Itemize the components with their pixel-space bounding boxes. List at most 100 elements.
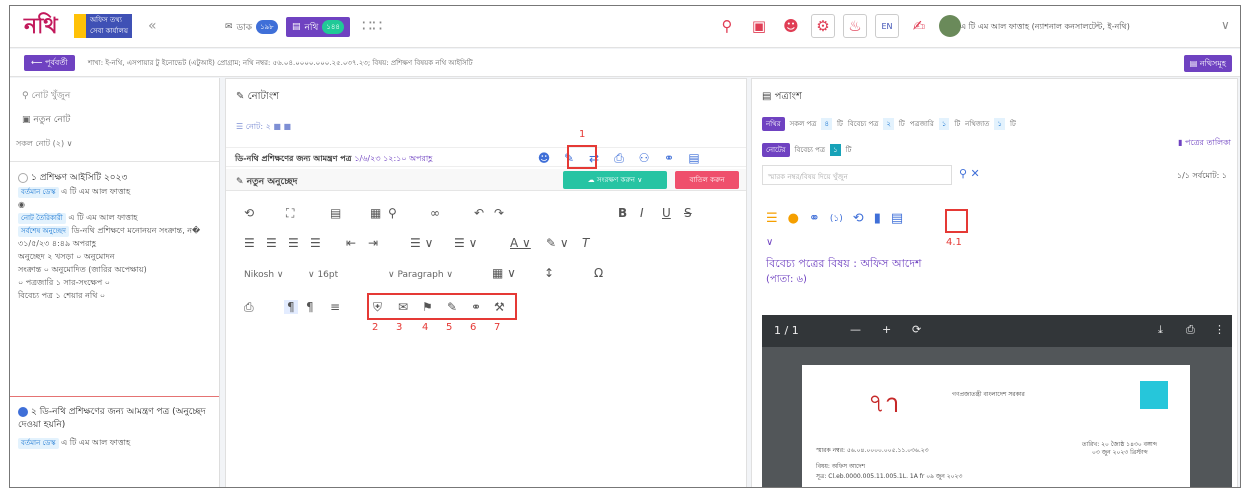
select-all-icon[interactable]: ▦ bbox=[370, 206, 381, 220]
ltr-icon[interactable]: ¶ bbox=[284, 300, 298, 314]
history-icon[interactable]: ⟲ bbox=[853, 211, 864, 226]
note-considered-label[interactable]: বিবেচ্য পত্র bbox=[795, 144, 826, 156]
clear-format-icon[interactable]: T bbox=[582, 236, 589, 250]
filed-label[interactable]: নথিজাত bbox=[965, 118, 989, 130]
back-button[interactable]: ⟵ পূর্ববর্তী bbox=[24, 55, 75, 71]
note-datetime: ৩১/৫/২৩ ৪:৪৯ অপরাহ্ণ bbox=[18, 239, 96, 248]
note-search-input[interactable]: ⚲ নোট খুঁজুন bbox=[22, 88, 70, 103]
history-icon[interactable]: ⟲ bbox=[244, 206, 254, 220]
undo-icon[interactable]: ↶ bbox=[474, 206, 484, 220]
font-size-select[interactable]: ∨ 16pt bbox=[308, 270, 338, 280]
italic-icon[interactable]: I bbox=[640, 206, 644, 220]
note-letter-counts: নোটের বিবেচ্য পত্র ১ টি bbox=[762, 143, 851, 157]
chevron-down-icon[interactable]: ∨ bbox=[1221, 18, 1230, 32]
panel-icon[interactable]: ▤ bbox=[891, 211, 903, 226]
align-center-icon[interactable]: ☰ bbox=[266, 236, 277, 250]
text-color-icon[interactable]: A ∨ bbox=[510, 236, 531, 250]
print-icon[interactable]: ⎙ bbox=[1186, 323, 1195, 337]
dak-nav-button[interactable]: ✉ ডাক ১৯৮ bbox=[219, 17, 284, 37]
save-button[interactable]: ☁ সংরক্ষণ করুন ∨ bbox=[563, 171, 667, 189]
user-avatar[interactable] bbox=[939, 15, 961, 37]
paragraph-select[interactable]: ∨ Paragraph ∨ bbox=[388, 270, 453, 280]
align-left-icon[interactable]: ☰ bbox=[244, 236, 255, 250]
issued-label[interactable]: পত্রজারি bbox=[910, 118, 934, 130]
bullet-list-icon[interactable]: ☰ ∨ bbox=[454, 236, 477, 250]
numbered-list-icon[interactable]: ☰ ∨ bbox=[410, 236, 433, 250]
note-radio[interactable] bbox=[18, 406, 28, 417]
attachment-icon[interactable]: ⚭ bbox=[661, 150, 677, 166]
download-icon[interactable]: ⤓ bbox=[1158, 323, 1163, 337]
special-char-icon[interactable]: Ω bbox=[594, 266, 603, 280]
breadcrumb-bar: ⟵ পূর্ববর্তী শাখা: ই-নথি, এসপায়ার টু ইন… bbox=[10, 49, 1240, 77]
zoom-out-icon[interactable]: — bbox=[850, 323, 861, 336]
highlight-color-icon[interactable]: ✎ ∨ bbox=[546, 236, 569, 250]
user-icon[interactable]: ☻ bbox=[536, 150, 552, 166]
accessibility-icon[interactable]: ☻ bbox=[779, 14, 803, 38]
letter-list-link[interactable]: ▮ পত্রের তালিকা bbox=[1178, 137, 1231, 150]
zoom-in-icon[interactable]: + bbox=[882, 323, 891, 336]
find-icon[interactable]: ⚲ bbox=[388, 206, 397, 220]
chevron-down-icon: ∨ bbox=[637, 176, 643, 184]
note-radio[interactable] bbox=[18, 172, 28, 183]
all-letters-count: ৪ bbox=[821, 118, 832, 130]
letter-tools: ☰ ● ⚭ (১) ⟲ ▮ ▤ bbox=[766, 211, 903, 226]
mute-icon[interactable]: ✍ bbox=[907, 14, 931, 38]
calendar-icon[interactable]: ▣ bbox=[747, 14, 771, 38]
pdf-page-indicator[interactable]: 1 / 1 bbox=[774, 324, 799, 337]
user-name[interactable]: এ টি এম আল ফাত্তাহ (ন্যাশনাল কনসালটেন্ট,… bbox=[960, 21, 1130, 34]
spellcheck-icon[interactable]: ≡ bbox=[330, 300, 340, 314]
table-icon[interactable]: ▦ ∨ bbox=[492, 266, 516, 280]
page-break-icon[interactable]: ↕ bbox=[544, 266, 554, 280]
bold-icon[interactable]: B bbox=[618, 206, 627, 220]
all-notes-dropdown[interactable]: সকল নোট (২) ∨ bbox=[16, 138, 72, 151]
app-logo[interactable]: নথি bbox=[24, 14, 58, 38]
search-icon[interactable]: ⚲ ✕ bbox=[959, 167, 980, 180]
new-note-button[interactable]: ▣ নতুন নোট bbox=[22, 112, 70, 127]
all-nothi-button[interactable]: ▤ নথিসমূহ bbox=[1183, 55, 1232, 72]
indent-icon[interactable]: ⇥ bbox=[368, 236, 378, 250]
print-icon[interactable]: ⎙ bbox=[611, 150, 627, 166]
outdent-icon[interactable]: ⇤ bbox=[346, 236, 356, 250]
double-chevron-down-icon[interactable]: ∨ bbox=[766, 237, 773, 248]
government-logo: ৭า bbox=[868, 389, 900, 419]
rtl-icon[interactable]: ¶ bbox=[306, 300, 314, 314]
apps-grid-icon[interactable]: ∷∷ bbox=[362, 16, 382, 35]
attachment-icon[interactable]: ⚭ bbox=[809, 211, 820, 226]
note-tab[interactable]: ☰ নোট: ২ ■ ■ bbox=[236, 121, 291, 134]
list-item[interactable]: ২ ডি-নথি প্রশিক্ষণের জন্য আমন্ত্রণ পত্র … bbox=[18, 406, 213, 449]
language-toggle[interactable]: EN bbox=[875, 14, 899, 38]
more-icon[interactable]: ⋮ bbox=[1214, 323, 1225, 336]
link-icon[interactable]: ∞ bbox=[430, 206, 440, 220]
dot-icon[interactable]: ● bbox=[788, 211, 799, 226]
layers-icon[interactable]: ☰ bbox=[766, 211, 778, 226]
paste-icon[interactable]: ▤ bbox=[330, 206, 341, 220]
justify-icon[interactable]: ☰ bbox=[310, 236, 321, 250]
align-right-icon[interactable]: ☰ bbox=[288, 236, 299, 250]
bookmark-icon[interactable]: ▮ bbox=[874, 211, 881, 226]
nothi-nav-button[interactable]: ▤ নথি ১৪৪ bbox=[286, 17, 350, 37]
note-title: ১ প্রশিক্ষণ আইসিটি ২০২৩ bbox=[31, 173, 128, 183]
square-icon: ■ ■ bbox=[273, 122, 292, 131]
underline-icon[interactable]: U bbox=[662, 206, 671, 220]
rotate-icon[interactable]: ⟳ bbox=[912, 323, 921, 336]
new-para-text: নতুন অনুচ্ছেদ bbox=[246, 177, 298, 187]
panel-icon[interactable]: ▤ bbox=[686, 150, 702, 166]
search-icon[interactable]: ⚲ bbox=[715, 14, 739, 38]
fullscreen-icon[interactable]: ⛶ bbox=[286, 206, 294, 221]
settings-icon[interactable]: ⚙ bbox=[811, 14, 835, 38]
cancel-button[interactable]: বাতিল করুন bbox=[675, 171, 739, 189]
filed-count: ১ bbox=[994, 118, 1005, 130]
strike-icon[interactable]: S bbox=[684, 206, 692, 220]
print-icon[interactable]: ⎙ bbox=[244, 300, 254, 315]
letter-search-input[interactable]: স্মারক নম্বর/বিষয় দিয়ে খুঁজুন bbox=[762, 165, 952, 185]
considered-label[interactable]: বিবেচ্য পত্র bbox=[848, 118, 879, 130]
bell-icon[interactable]: ♨ bbox=[843, 14, 867, 38]
pdf-viewer[interactable]: 1 / 1 — + ⟳ ⤓ ⎙ ⋮ ৭า গণপ্রজাতন্ত্রী বাংল… bbox=[762, 315, 1232, 487]
font-family-select[interactable]: Nikosh ∨ bbox=[244, 270, 283, 280]
all-letters-label[interactable]: সকল পত্র bbox=[790, 118, 817, 130]
users-icon[interactable]: ⚇ bbox=[636, 150, 652, 166]
list-item[interactable]: ১ প্রশিক্ষণ আইসিটি ২০২৩ বর্তমান ডেস্ক এ … bbox=[18, 172, 213, 302]
eye-icon[interactable]: ◉ bbox=[18, 198, 213, 211]
collapse-sidebar-icon[interactable]: « bbox=[148, 18, 157, 34]
redo-icon[interactable]: ↷ bbox=[494, 206, 504, 220]
